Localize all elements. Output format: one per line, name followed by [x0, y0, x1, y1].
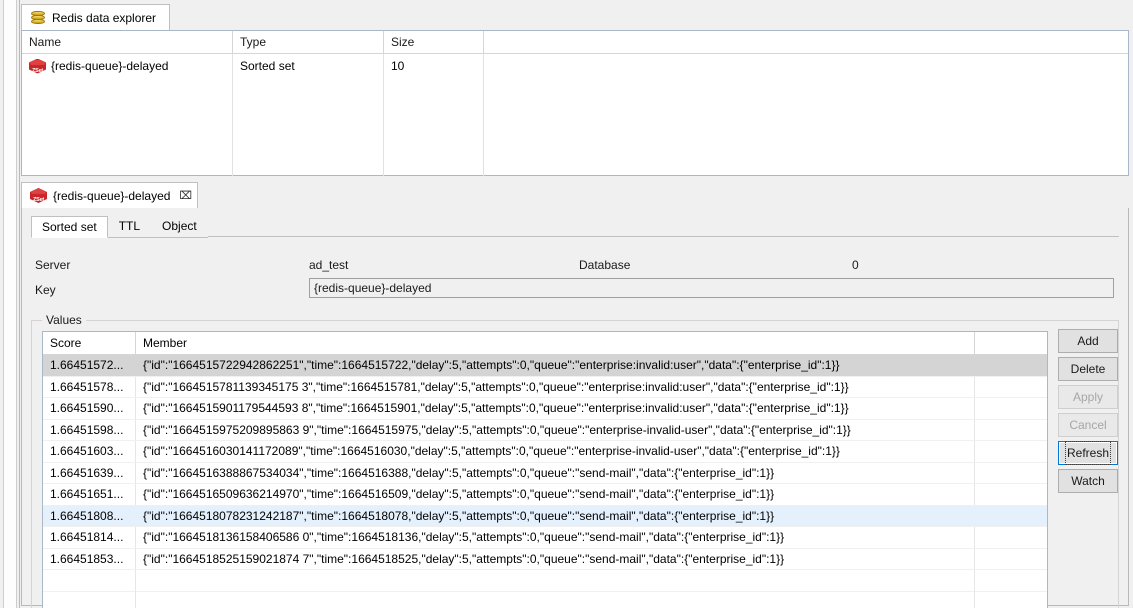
server-value: ad_test	[309, 258, 349, 272]
empty-row	[43, 592, 1047, 608]
row-member: {"id":"1664515781139345175 3","time":166…	[143, 379, 849, 394]
values-group-title: Values	[42, 313, 86, 327]
explorer-cell-name: ZSet {redis-queue}-delayed	[22, 58, 233, 74]
empty-row	[43, 570, 1047, 592]
tab-label: Redis data explorer	[52, 10, 157, 25]
column-header-member[interactable]: Member	[136, 332, 975, 354]
row-score: 1.66451572...	[50, 358, 124, 373]
values-table-body: 1.66451572... {"id":"1664515722942862251…	[43, 355, 1047, 608]
column-header-size[interactable]: Size	[384, 31, 484, 53]
row-member: {"id":"1664515901179544593 8","time":166…	[143, 401, 849, 416]
refresh-button[interactable]: Refresh	[1058, 441, 1118, 465]
column-header-score[interactable]: Score	[43, 332, 136, 354]
database-icon	[30, 10, 46, 26]
table-row[interactable]: 1.66451598... {"id":"1664515975209895863…	[43, 420, 1047, 441]
cancel-button: Cancel	[1058, 413, 1118, 437]
values-table: Score Member 1.66451572... {"id":"166451	[42, 331, 1048, 608]
key-editor-view: ZSet {redis-queue}-delayed ⌧ Sorted set …	[21, 182, 1129, 608]
table-row[interactable]: 1.66451603... {"id":"1664516030141172089…	[43, 441, 1047, 463]
values-button-column: Add Delete Apply Cancel Refresh Watch	[1058, 329, 1118, 497]
values-table-header: Score Member	[43, 332, 1047, 355]
table-row[interactable]: 1.66451808... {"id":"1664518078231242187…	[43, 505, 1047, 527]
tab-redis-queue-delayed[interactable]: ZSet {redis-queue}-delayed ⌧	[21, 182, 198, 208]
row-score: 1.66451651...	[50, 487, 124, 502]
table-row[interactable]: 1.66451572... {"id":"1664515722942862251…	[43, 355, 1047, 377]
row-score: 1.66451853...	[50, 551, 124, 566]
row-score: 1.66451808...	[50, 508, 124, 523]
table-row[interactable]: 1.66451814... {"id":"1664518136158406586…	[43, 527, 1047, 549]
server-label: Server	[35, 258, 71, 272]
redis-data-explorer-view: Redis data explorer Name Type Size ZSet …	[21, 4, 1129, 176]
row-member: {"id":"1664516388867534034","time":16645…	[143, 465, 775, 480]
row-score: 1.66451578...	[50, 379, 124, 394]
key-input[interactable]: {redis-queue}-delayed	[309, 278, 1114, 298]
tab-object[interactable]: Object	[151, 215, 208, 237]
left-edge-strip-inner	[3, 0, 17, 608]
row-member: {"id":"1664518136158406586 0","time":166…	[143, 530, 785, 545]
row-member: {"id":"1664518078231242187","time":16645…	[143, 508, 775, 523]
zset-icon: ZSet	[29, 58, 46, 74]
explorer-row-size: 10	[391, 59, 405, 73]
close-icon[interactable]: ⌧	[179, 189, 192, 202]
application-window: Redis data explorer Name Type Size ZSet …	[0, 0, 1133, 608]
watch-button[interactable]: Watch	[1058, 469, 1118, 493]
explorer-table-body: ZSet {redis-queue}-delayed Sorted set 10	[22, 54, 1128, 176]
values-group: Values Score Member 1.66451572... {"id":…	[31, 313, 1119, 608]
key-label: Key	[35, 283, 56, 297]
column-header-filler	[975, 332, 1047, 354]
apply-button: Apply	[1058, 385, 1118, 409]
tab-sorted-set[interactable]: Sorted set	[31, 216, 108, 238]
row-score: 1.66451590...	[50, 401, 124, 416]
row-score: 1.66451603...	[50, 444, 124, 459]
row-member: {"id":"1664515722942862251","time":16645…	[143, 358, 840, 373]
table-row[interactable]: 1.66451853... {"id":"1664518525159021874…	[43, 549, 1047, 570]
table-row[interactable]: 1.66451639... {"id":"1664516388867534034…	[43, 463, 1047, 484]
table-row[interactable]: ZSet {redis-queue}-delayed Sorted set 10	[22, 54, 1128, 78]
explorer-table: Name Type Size ZSet {redis-queue}-delaye…	[21, 30, 1129, 176]
database-value: 0	[852, 258, 859, 272]
tab-redis-data-explorer[interactable]: Redis data explorer	[21, 4, 170, 30]
database-label: Database	[579, 258, 631, 272]
column-header-filler	[484, 31, 1128, 53]
zset-icon: ZSet	[30, 188, 47, 203]
left-edge-strip	[0, 0, 20, 608]
table-row[interactable]: 1.66451578... {"id":"1664515781139345175…	[43, 377, 1047, 398]
tab-ttl[interactable]: TTL	[107, 215, 152, 237]
row-score: 1.66451598...	[50, 422, 124, 437]
row-member: {"id":"1664518525159021874 7","time":166…	[143, 551, 785, 566]
table-row[interactable]: 1.66451590... {"id":"1664515901179544593…	[43, 398, 1047, 420]
delete-button[interactable]: Delete	[1058, 357, 1118, 381]
table-row[interactable]: 1.66451651... {"id":"1664516509636214970…	[43, 484, 1047, 506]
editor-tabbar: ZSet {redis-queue}-delayed ⌧	[21, 182, 1129, 210]
tab-label: {redis-queue}-delayed	[53, 188, 171, 203]
row-member: {"id":"1664515975209895863 9","time":166…	[143, 422, 851, 437]
row-score: 1.66451814...	[50, 530, 124, 545]
explorer-row-type: Sorted set	[240, 59, 295, 73]
add-button[interactable]: Add	[1058, 329, 1118, 353]
explorer-table-header: Name Type Size	[22, 31, 1128, 54]
column-header-type[interactable]: Type	[233, 31, 384, 53]
editor-body: Sorted set TTL Object Server ad_test Dat…	[21, 208, 1129, 608]
column-header-name[interactable]: Name	[22, 31, 233, 53]
row-member: {"id":"1664516509636214970","time":16645…	[143, 487, 775, 502]
row-score: 1.66451639...	[50, 465, 124, 480]
explorer-tabbar: Redis data explorer	[21, 4, 1129, 32]
editor-subtabs: Sorted set TTL Object	[31, 214, 208, 238]
explorer-row-name: {redis-queue}-delayed	[51, 59, 169, 73]
row-member: {"id":"1664516030141172089","time":16645…	[143, 444, 840, 459]
